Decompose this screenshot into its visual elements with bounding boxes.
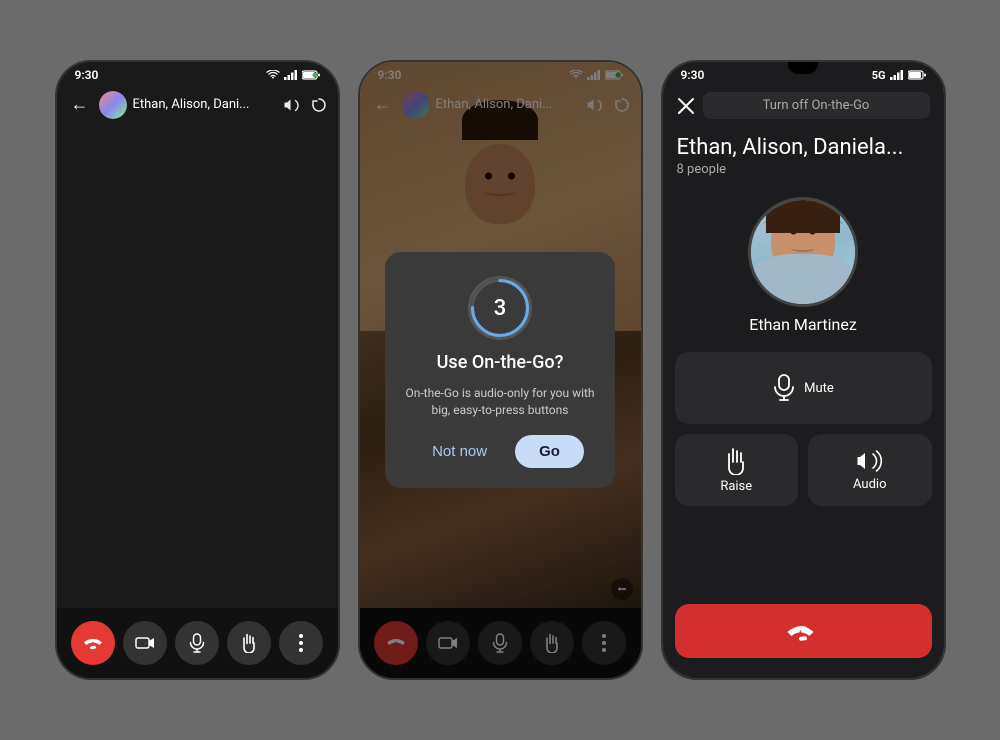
speaker-icon-1[interactable] — [284, 97, 302, 113]
dialog-description: On-the-Go is audio-only for you with big… — [405, 385, 595, 419]
camera-icon-1 — [135, 635, 155, 651]
close-icon-3 — [677, 97, 695, 115]
network-label-3: 5G — [872, 69, 886, 82]
raise-hand-icon-1 — [240, 633, 258, 653]
dialog-title: Use On-the-Go? — [437, 352, 564, 373]
raise-icon-3 — [723, 447, 749, 475]
end-call-button-3[interactable] — [675, 604, 932, 658]
signal-icon — [284, 70, 298, 80]
mute-button-3[interactable]: Mute — [675, 352, 932, 424]
camera-button-1[interactable] — [123, 621, 167, 665]
mute-label-3: Mute — [804, 381, 834, 396]
phone3-people-count: 8 people — [663, 160, 944, 187]
phone-1: 9:30 — [55, 60, 340, 680]
dialog-actions: Not now Go — [405, 435, 595, 468]
back-button-1[interactable]: ← — [67, 90, 93, 119]
raise-hand-button-1[interactable] — [227, 621, 271, 665]
status-icons-1 — [266, 70, 320, 80]
close-button-3[interactable] — [677, 97, 695, 115]
hair-ethan — [766, 197, 840, 233]
mic-button-1[interactable] — [175, 621, 219, 665]
phone3-avatar — [748, 197, 858, 307]
raise-label-3: Raise — [720, 479, 752, 494]
go-button[interactable]: Go — [515, 435, 584, 468]
more-icon-1 — [299, 634, 303, 652]
status-time-1: 9:30 — [75, 68, 99, 82]
battery-icon-3 — [908, 70, 926, 80]
rotate-icon-1[interactable] — [310, 97, 328, 113]
phone3-call-name: Ethan, Alison, Daniela... — [663, 127, 944, 160]
status-icons-3: 5G — [872, 69, 926, 82]
ctrl-row-half-3: Raise Audio — [675, 434, 932, 506]
dialog-box: 3 Use On-the-Go? On-the-Go is audio-only… — [385, 252, 615, 488]
audio-label-3: Audio — [853, 477, 886, 492]
ontago-label[interactable]: Turn off On-the-Go — [703, 92, 930, 119]
header-actions-1 — [284, 97, 328, 113]
dialog-overlay: 3 Use On-the-Go? On-the-Go is audio-only… — [360, 62, 641, 678]
phone-3: 9:30 5G — [661, 60, 946, 680]
signal-icon-3 — [890, 70, 904, 80]
audio-icon-3 — [856, 449, 884, 473]
status-bar-1: 9:30 — [57, 62, 338, 86]
battery-icon — [302, 70, 320, 80]
countdown-circle: 3 — [468, 276, 532, 340]
call-name-1: Ethan, Alison, Dani... — [133, 97, 278, 112]
countdown-number: 3 — [494, 296, 507, 321]
mute-icon-3 — [772, 374, 796, 402]
raise-button-3[interactable]: Raise — [675, 434, 799, 506]
call-controls-1 — [57, 608, 338, 678]
smile-ethan — [791, 244, 815, 252]
phone3-inner: 9:30 5G — [663, 62, 944, 678]
wifi-icon — [266, 70, 280, 80]
avatar-group-1 — [99, 91, 127, 119]
end-call-icon-1 — [83, 636, 103, 650]
end-call-icon-3 — [786, 621, 820, 641]
status-time-3: 9:30 — [681, 68, 705, 82]
phone-2: 9:30 ← — [358, 60, 643, 680]
phone3-person-name: Ethan Martinez — [749, 315, 857, 334]
shirt-ethan — [753, 254, 853, 304]
mic-icon-1 — [189, 633, 205, 653]
phone3-controls: Mute Raise Audio — [663, 344, 944, 604]
not-now-button[interactable]: Not now — [416, 435, 503, 468]
notch-3 — [788, 62, 818, 74]
phone3-avatar-area: Ethan Martinez — [663, 187, 944, 344]
more-button-1[interactable] — [279, 621, 323, 665]
end-call-button-1[interactable] — [71, 621, 115, 665]
audio-button-3[interactable]: Audio — [808, 434, 932, 506]
